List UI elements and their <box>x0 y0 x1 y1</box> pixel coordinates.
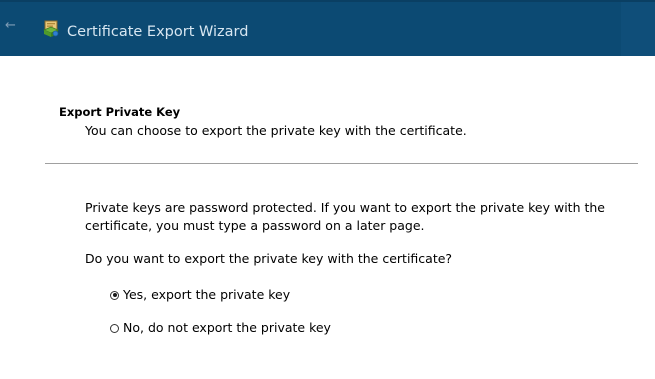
section-subheading: You can choose to export the private key… <box>85 123 467 138</box>
back-arrow-icon[interactable]: ← <box>5 19 19 33</box>
export-question: Do you want to export the private key wi… <box>85 251 453 266</box>
radio-export-no[interactable]: No, do not export the private key <box>110 320 331 336</box>
radio-button-selected[interactable] <box>110 290 119 300</box>
radio-export-yes-label[interactable]: Yes, export the private key <box>123 287 290 303</box>
header-divider <box>45 163 638 164</box>
section-heading: Export Private Key <box>59 105 181 119</box>
radio-export-no-label[interactable]: No, do not export the private key <box>123 320 331 336</box>
radio-button-unselected[interactable] <box>110 323 119 333</box>
certificate-icon <box>42 20 60 37</box>
window-title: Certificate Export Wizard <box>67 24 249 40</box>
radio-export-yes[interactable]: Yes, export the private key <box>110 287 290 303</box>
title-bar-shade <box>621 2 655 56</box>
description-line-1: Private keys are password protected. If … <box>85 200 605 215</box>
description-line-2: certificate, you must type a password on… <box>85 218 425 233</box>
title-bar: ← Certificate Export Wizard <box>0 0 655 56</box>
